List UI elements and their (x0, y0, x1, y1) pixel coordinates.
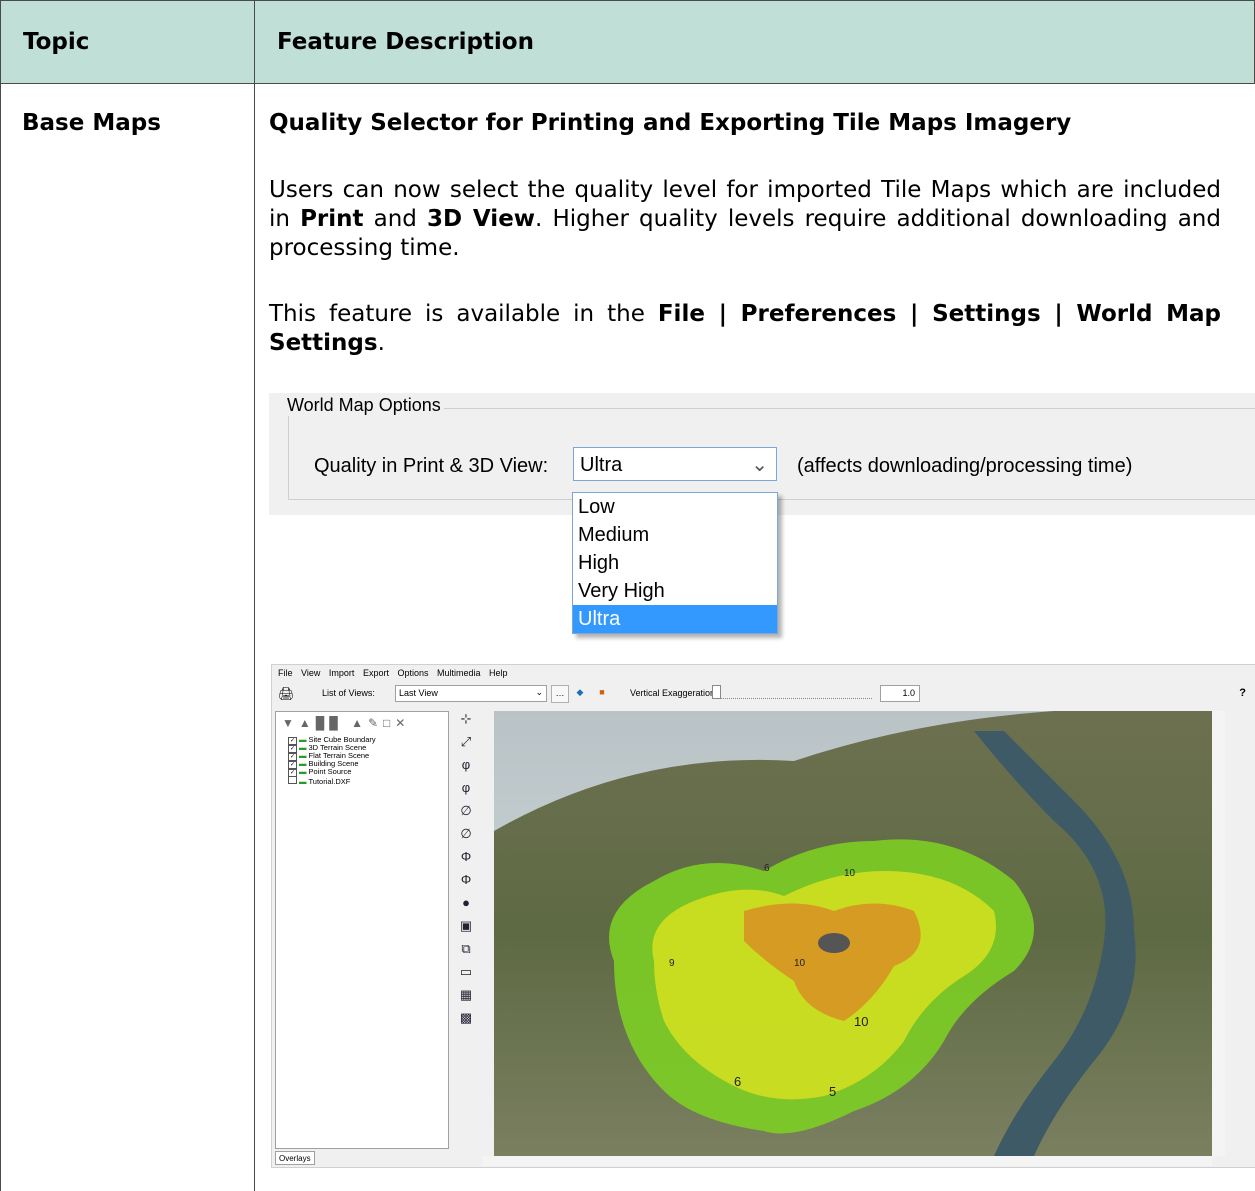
vertical-exaggeration-label: Vertical Exaggeration: (630, 688, 718, 698)
menu-file[interactable]: File (278, 665, 293, 682)
globe-icon[interactable]: ◆ (572, 685, 588, 701)
rotate-x-icon[interactable]: φ (455, 757, 477, 780)
text-run: This feature is available in the (269, 301, 658, 327)
quality-select[interactable]: Ultra ⌄ (573, 447, 777, 481)
contour-label: 10 (844, 868, 856, 879)
more-views-button[interactable]: … (551, 685, 569, 703)
menu-export[interactable]: Export (363, 665, 389, 682)
quality-dropdown-list: Low Medium High Very High Ultra (572, 492, 778, 634)
zoom-fit-icon[interactable]: ⤢ (455, 734, 477, 757)
topic-base-maps: Base Maps (22, 110, 161, 136)
rotate-y-icon[interactable]: ∅ (455, 803, 477, 826)
dropdown-option-very-high[interactable]: Very High (573, 577, 777, 605)
contour-label: 6 (764, 863, 770, 874)
topic-cell (0, 83, 255, 1191)
list-of-views-label: List of Views: (322, 688, 375, 698)
tab-overlays[interactable]: Overlays (275, 1151, 315, 1165)
tool-column: ⊹ ⤢ φ φ ∅ ∅ Φ Φ ● ▣ ⧉ ▭ ▦ ▩ (455, 711, 477, 1161)
zoom-extents-icon[interactable]: ⊹ (455, 711, 477, 734)
3d-terrain-view[interactable]: 6 10 10 10 6 9 5 (494, 711, 1212, 1156)
horizontal-scrollbar[interactable] (482, 1156, 1212, 1166)
vertical-exaggeration-input[interactable]: 1.0 (880, 685, 920, 702)
list-of-views-value: Last View (399, 688, 438, 698)
vertical-exaggeration-slider[interactable] (712, 685, 872, 699)
grid-icon[interactable]: ▩ (455, 1010, 477, 1033)
site-cube (818, 933, 850, 953)
header-description: Feature Description (254, 0, 1255, 84)
dropdown-option-high[interactable]: High (573, 549, 777, 577)
app-screenshot: File View Import Export Options Multimed… (271, 664, 1255, 1168)
contour-label: 10 (854, 1014, 868, 1029)
quality-note: (affects downloading/processing time) (797, 455, 1133, 477)
location-paragraph: This feature is available in the File | … (269, 300, 1221, 358)
contour-label: 10 (794, 958, 806, 969)
rotate-y-reverse-icon[interactable]: ∅ (455, 826, 477, 849)
tree-items: ✓ ▬ Site Cube Boundary ✓ ▬ 3D Terrain Scene … (288, 736, 376, 786)
menu-help[interactable]: Help (489, 665, 508, 682)
contour-label: 5 (829, 1084, 836, 1099)
rotate-z-icon[interactable]: Φ (455, 849, 477, 872)
cube-icon[interactable]: ■ (594, 685, 610, 701)
printer-icon[interactable]: 🖨 (278, 686, 295, 702)
export-icon[interactable]: ⧉ (455, 941, 477, 964)
dropdown-option-ultra[interactable]: Ultra (573, 605, 777, 633)
dropdown-option-medium[interactable]: Medium (573, 521, 777, 549)
menu-options[interactable]: Options (397, 665, 428, 682)
menu-multimedia[interactable]: Multimedia (437, 665, 481, 682)
chevron-down-icon[interactable]: ⌄ (751, 452, 768, 476)
tree-item[interactable]: ▬ Tutorial.DXF (288, 776, 376, 786)
text-run: and (363, 206, 428, 232)
vertical-scrollbar[interactable] (1212, 711, 1225, 1156)
rotate-z-reverse-icon[interactable]: Φ (455, 872, 477, 895)
dropdown-option-low[interactable]: Low (573, 493, 777, 521)
ve-value: 1.0 (902, 688, 915, 698)
menu-bar: File View Import Export Options Multimed… (272, 665, 1255, 682)
bold-3d-view: 3D View (427, 206, 536, 232)
group-title: World Map Options (284, 395, 444, 416)
overlay-tree: ▼▲██ ▲✎□✕ ✓ ▬ Site Cube Boundary ✓ ▬ 3D Terr… (275, 711, 449, 1149)
help-icon[interactable]: ? (1239, 687, 1246, 699)
tree-item[interactable]: ✓ ▬ Point Source (288, 768, 376, 777)
rotate-x-reverse-icon[interactable]: φ (455, 780, 477, 803)
toolbar: 🖨 List of Views: Last View ⌄ … ◆ ■ Verti… (272, 682, 1255, 706)
text-run: . (377, 330, 385, 356)
menu-import[interactable]: Import (329, 665, 355, 682)
building-icon[interactable]: ▦ (455, 987, 477, 1010)
solid-cube-icon[interactable]: ● (455, 895, 477, 918)
description-paragraph: Users can now select the quality level f… (269, 176, 1221, 263)
bold-print: Print (300, 206, 364, 232)
quality-select-value: Ultra (580, 454, 623, 476)
layer-icon[interactable]: ▭ (455, 964, 477, 987)
list-of-views-select[interactable]: Last View ⌄ (395, 685, 547, 702)
chevron-down-icon[interactable]: ⌄ (535, 687, 543, 698)
frame-icon[interactable]: ▣ (455, 918, 477, 941)
contour-label: 9 (669, 958, 675, 969)
tree-toolbar: ▼▲██ ▲✎□✕ (282, 716, 411, 730)
contour-label: 6 (734, 1074, 741, 1089)
header-topic: Topic (0, 0, 255, 84)
menu-view[interactable]: View (301, 665, 320, 682)
quality-label: Quality in Print & 3D View: (314, 455, 549, 477)
slider-thumb[interactable] (712, 685, 721, 699)
feature-title: Quality Selector for Printing and Export… (269, 110, 1072, 136)
